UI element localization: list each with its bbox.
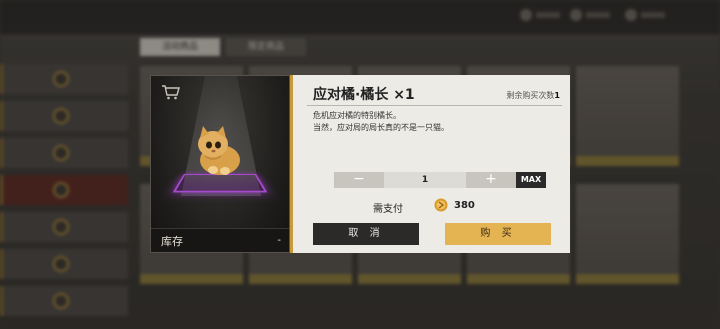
pay-label: 需支付: [373, 204, 403, 215]
item-preview-panel: 库存 -: [150, 75, 290, 253]
item-info-panel: 应对橘·橘长 ×1 剩余购买次数1 危机应对橘的特别橘长。 当然，应对局的局长真…: [290, 75, 570, 253]
description-line: 当然，应对局的局长真的不是一只猫。: [313, 123, 449, 132]
decrease-button[interactable]: −: [334, 172, 384, 188]
pay-amount: 380: [454, 200, 475, 211]
quantity-stepper: − 1 + MAX: [334, 172, 546, 188]
remaining-count: 1: [554, 91, 560, 100]
stock-bar: 库存 -: [151, 228, 289, 252]
item-description: 危机应对橘的特别橘长。 当然，应对局的局长真的不是一只猫。: [313, 110, 449, 134]
cancel-button[interactable]: 取 消: [313, 223, 419, 245]
stock-label: 库存: [161, 234, 183, 248]
increase-button[interactable]: +: [466, 172, 516, 188]
description-line: 危机应对橘的特别橘长。: [313, 111, 401, 120]
quantity-value: 1: [384, 172, 466, 188]
remaining-purchases: 剩余购买次数1: [506, 90, 560, 101]
buy-button[interactable]: 购 买: [445, 223, 551, 245]
shopping-cart-icon: [162, 85, 180, 100]
remaining-label: 剩余购买次数: [506, 91, 555, 100]
item-title: 应对橘·橘长 ×1: [313, 87, 415, 103]
purchase-dialog: 库存 - 应对橘·橘长 ×1 剩余购买次数1 危机应对橘的特别橘长。 当然，应对…: [150, 75, 570, 253]
max-button[interactable]: MAX: [516, 172, 546, 188]
stock-value: -: [277, 235, 281, 246]
cat-item-image: [198, 126, 240, 175]
coin-icon: [434, 198, 448, 212]
divider: [307, 105, 562, 106]
